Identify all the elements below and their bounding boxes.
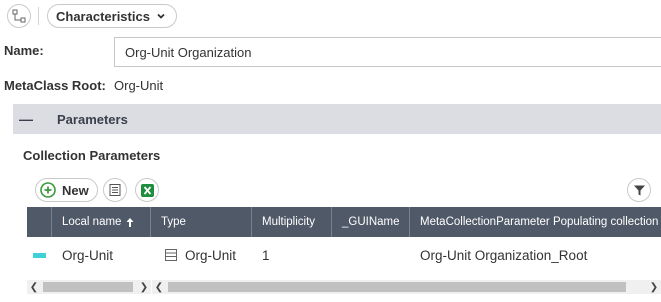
new-button-label: New: [62, 182, 89, 198]
name-input[interactable]: Org-Unit Organization: [114, 37, 661, 67]
collection-parameters-title: Collection Parameters: [23, 148, 161, 163]
filter-icon: [633, 185, 645, 195]
column-header-local-name[interactable]: Local name: [52, 207, 151, 237]
scroll-thumb[interactable]: [43, 282, 133, 292]
main-pane-scrollbar[interactable]: ❮ ❯: [152, 280, 661, 294]
cell-guiname[interactable]: [332, 237, 410, 273]
column-header-label: MetaCollectionParameter Populating colle…: [420, 216, 659, 228]
column-header-label: _GUIName: [342, 216, 400, 228]
toolbar-divider: [38, 7, 39, 25]
new-button[interactable]: New: [35, 178, 98, 202]
report-button[interactable]: [103, 178, 127, 202]
row-status-marker: [33, 252, 46, 258]
cell-type[interactable]: Org-Unit: [151, 237, 252, 273]
view-dropdown-label: Characteristics: [56, 8, 150, 24]
left-pane-scrollbar[interactable]: ❮ ❯: [27, 280, 151, 294]
sort-ascending-icon: [126, 217, 134, 227]
scroll-thumb[interactable]: [168, 282, 626, 292]
scroll-left-icon[interactable]: ❮: [152, 280, 166, 294]
document-list-icon: [109, 184, 121, 196]
excel-icon: [140, 183, 154, 197]
plus-circle-icon: [40, 182, 56, 198]
cell-local-name[interactable]: Org-Unit: [52, 237, 151, 273]
column-header-label: Local name: [62, 216, 122, 228]
section-title: Parameters: [57, 111, 128, 127]
header-marker-cell: [27, 207, 52, 237]
metaclass-icon: [165, 249, 177, 261]
scroll-right-icon[interactable]: ❯: [647, 280, 661, 294]
export-excel-button[interactable]: [135, 178, 159, 202]
collection-grid: Local name Type Multiplicity _GUIName Me…: [27, 207, 661, 273]
view-dropdown[interactable]: Characteristics: [47, 4, 177, 28]
metaclass-root-label: MetaClass Root:: [4, 78, 106, 93]
table-row[interactable]: Org-Unit Org-Unit 1 Org-Unit Organizatio…: [27, 237, 661, 273]
row-marker-cell: [27, 237, 52, 273]
cell-populating-collection[interactable]: Org-Unit Organization_Root: [410, 237, 661, 273]
collapse-toggle[interactable]: —: [19, 111, 35, 127]
grid-header: Local name Type Multiplicity _GUIName Me…: [27, 207, 661, 237]
workflow-icon: [12, 9, 26, 23]
workflow-view-button[interactable]: [7, 4, 31, 28]
filter-button[interactable]: [627, 178, 651, 202]
column-header-type[interactable]: Type: [151, 207, 252, 237]
column-header-label: Type: [161, 216, 186, 228]
chevron-down-icon: [157, 13, 165, 19]
column-header-label: Multiplicity: [262, 216, 316, 228]
cell-type-value: Org-Unit: [185, 247, 237, 263]
parameters-section-header[interactable]: — Parameters: [13, 104, 661, 134]
column-header-populating-collection[interactable]: MetaCollectionParameter Populating colle…: [410, 207, 661, 237]
column-header-multiplicity[interactable]: Multiplicity: [252, 207, 332, 237]
scroll-right-icon[interactable]: ❯: [137, 280, 151, 294]
name-input-value: Org-Unit Organization: [125, 44, 252, 60]
metaclass-root-value: Org-Unit: [114, 78, 164, 93]
scroll-left-icon[interactable]: ❮: [27, 280, 41, 294]
column-header-guiname[interactable]: _GUIName: [332, 207, 410, 237]
name-label: Name:: [4, 43, 44, 58]
cell-multiplicity[interactable]: 1: [252, 237, 332, 273]
